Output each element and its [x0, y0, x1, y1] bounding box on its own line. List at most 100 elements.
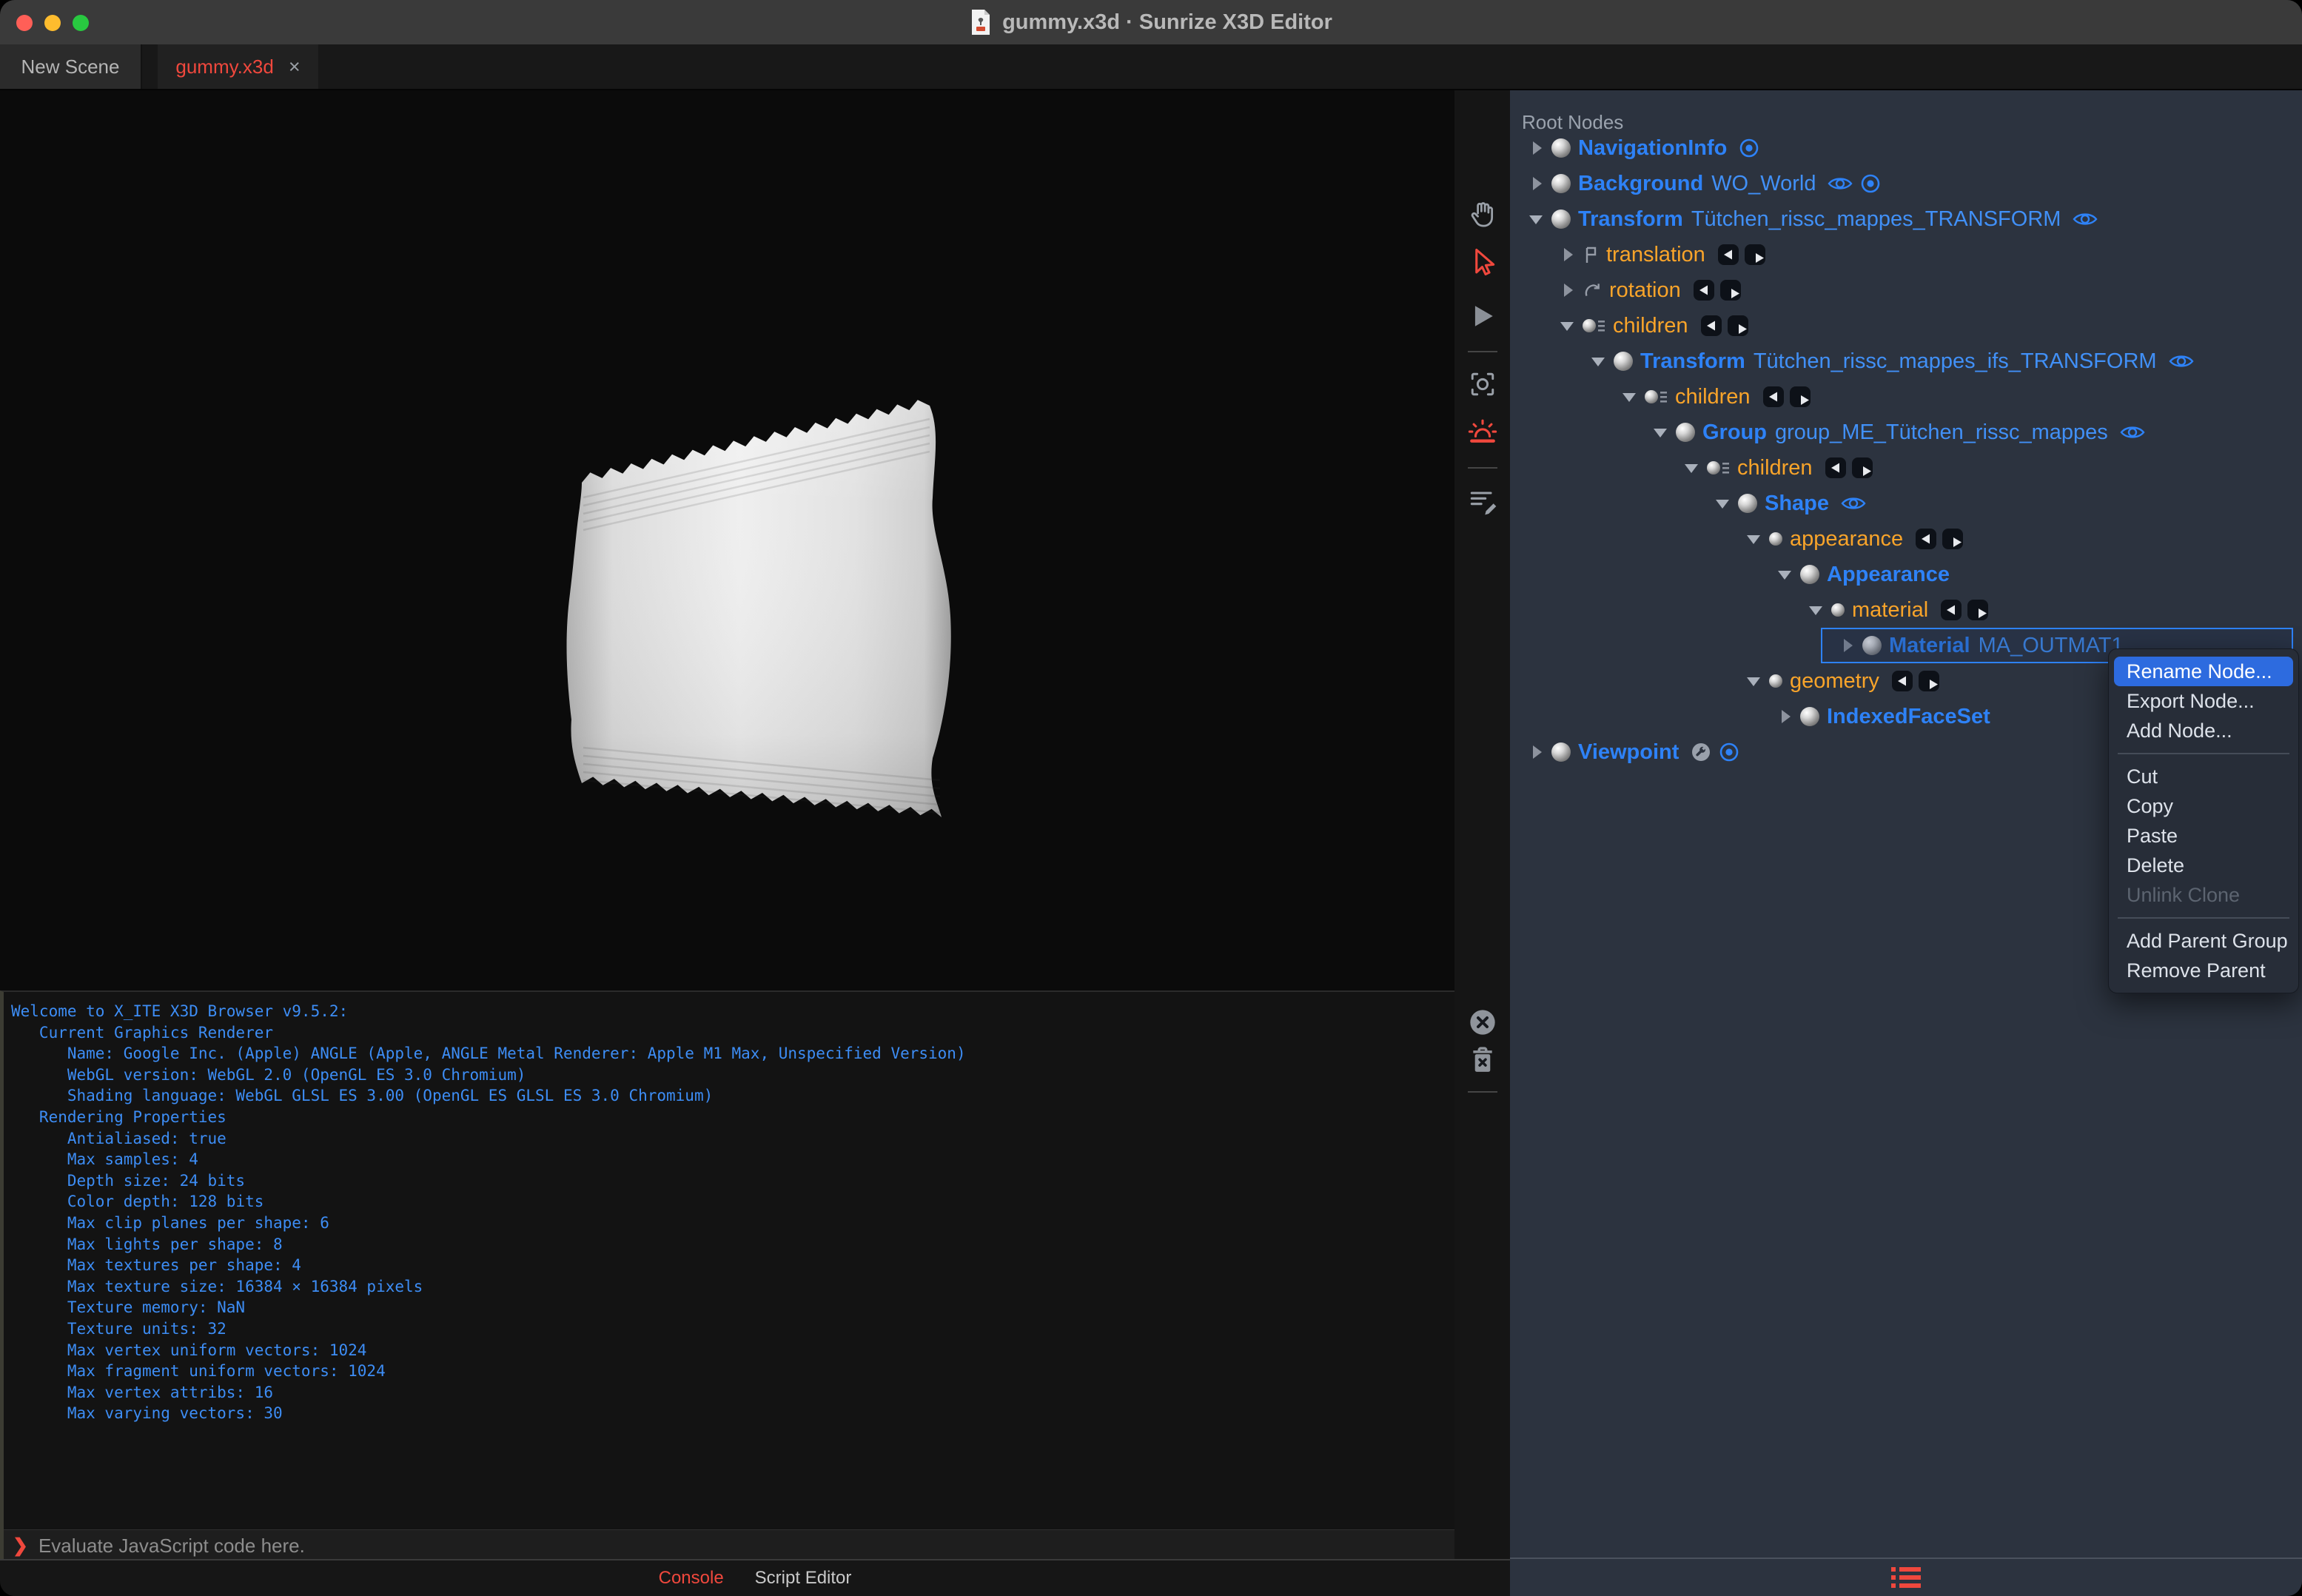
- node-name-label: Tütchen_rissc_mappes_TRANSFORM: [1691, 207, 2061, 231]
- chevron-right-icon[interactable]: [1526, 174, 1546, 193]
- tree-row-background[interactable]: Background WO_World: [1510, 166, 2302, 201]
- route-output-connector-icon[interactable]: [1744, 244, 1766, 266]
- pan-hand-icon[interactable]: [1466, 198, 1499, 230]
- eye-visibility-icon[interactable]: [2169, 353, 2194, 369]
- bound-indicator-icon[interactable]: [1719, 742, 1739, 762]
- tree-row-appearance[interactable]: appearance: [1510, 521, 2302, 557]
- node-type-label: Group: [1702, 420, 1767, 444]
- chevron-down-icon[interactable]: [1526, 209, 1546, 229]
- close-console-icon[interactable]: [1466, 1006, 1499, 1039]
- menu-item-paste[interactable]: Paste: [2109, 821, 2298, 851]
- node-ball-icon: [1551, 742, 1571, 762]
- route-output-connector-icon[interactable]: [1719, 279, 1742, 301]
- menu-item-export-node[interactable]: Export Node...: [2109, 686, 2298, 716]
- panel-tab-script-editor[interactable]: Script Editor: [755, 1568, 852, 1589]
- node-type-label: Transform: [1640, 349, 1745, 373]
- play-icon[interactable]: [1466, 300, 1499, 332]
- panel-tab-console[interactable]: Console: [659, 1568, 724, 1589]
- tool-strip: [1454, 90, 1510, 1559]
- eye-visibility-icon[interactable]: [1828, 175, 1853, 192]
- tree-row-children[interactable]: children: [1510, 308, 2302, 343]
- outline-editor-tab-bar: [1510, 1558, 2302, 1596]
- tree-row-rotation[interactable]: rotation: [1510, 272, 2302, 308]
- bound-indicator-icon[interactable]: [1739, 138, 1759, 158]
- tree-row-children[interactable]: children: [1510, 379, 2302, 415]
- route-input-connector-icon[interactable]: [1940, 599, 1962, 621]
- tree-row-transform[interactable]: Transform Tütchen_rissc_mappes_TRANSFORM: [1510, 201, 2302, 237]
- trash-icon[interactable]: [1466, 1044, 1499, 1076]
- node-type-label: Appearance: [1827, 562, 1950, 586]
- menu-item-add-node[interactable]: Add Node...: [2109, 716, 2298, 745]
- menu-item-rename-node[interactable]: Rename Node...: [2114, 657, 2293, 686]
- chevron-down-icon[interactable]: [1682, 458, 1701, 477]
- menu-item-add-parent-group[interactable]: Add Parent Group: [2109, 926, 2298, 956]
- tab-new-scene[interactable]: New Scene: [0, 44, 142, 89]
- viewport-3d[interactable]: [0, 90, 1454, 990]
- chevron-down-icon[interactable]: [1620, 387, 1639, 406]
- viewfinder-icon[interactable]: [1466, 368, 1499, 400]
- prompt-icon: ❯: [13, 1535, 28, 1556]
- node-name-label: Tütchen_rissc_mappes_ifs_TRANSFORM: [1753, 349, 2157, 373]
- console-line: Max varying vectors: 30: [11, 1404, 283, 1423]
- select-cursor-icon[interactable]: [1466, 246, 1499, 278]
- menu-item-copy[interactable]: Copy: [2109, 791, 2298, 821]
- route-output-connector-icon[interactable]: [1967, 599, 1989, 621]
- tree-row-appearance[interactable]: Appearance: [1510, 557, 2302, 592]
- tree-row-children[interactable]: children: [1510, 450, 2302, 486]
- node-type-label: Transform: [1578, 207, 1683, 231]
- chevron-down-icon[interactable]: [1651, 423, 1670, 442]
- console-input[interactable]: ❯ Evaluate JavaScript code here.: [4, 1529, 1454, 1561]
- console-line: Max samples: 4: [11, 1150, 198, 1169]
- chevron-right-icon[interactable]: [1557, 281, 1577, 300]
- route-input-connector-icon[interactable]: [1700, 315, 1722, 337]
- route-output-connector-icon[interactable]: [1918, 670, 1940, 692]
- chevron-right-icon[interactable]: [1775, 707, 1794, 726]
- route-output-connector-icon[interactable]: [1942, 528, 1964, 550]
- route-input-connector-icon[interactable]: [1825, 457, 1847, 479]
- eye-visibility-icon[interactable]: [2120, 424, 2145, 440]
- menu-item-remove-parent[interactable]: Remove Parent: [2109, 956, 2298, 985]
- window-title: gummy.x3d · Sunrize X3D Editor: [1002, 10, 1332, 34]
- chevron-right-icon[interactable]: [1557, 245, 1577, 264]
- menu-item-delete[interactable]: Delete: [2109, 851, 2298, 880]
- chevron-down-icon[interactable]: [1557, 316, 1577, 335]
- field-name-label: children: [1675, 384, 1751, 409]
- outline-editor-list-icon[interactable]: [1891, 1566, 1921, 1589]
- tree-row-transform[interactable]: Transform Tütchen_rissc_mappes_ifs_TRANSF…: [1510, 343, 2302, 379]
- console-line: Color depth: 128 bits: [11, 1193, 264, 1211]
- chevron-down-icon[interactable]: [1588, 352, 1608, 371]
- tree-row-shape[interactable]: Shape: [1510, 486, 2302, 521]
- route-output-connector-icon[interactable]: [1851, 457, 1873, 479]
- context-menu: Rename Node... Export Node... Add Node... C…: [2108, 648, 2299, 993]
- chevron-down-icon[interactable]: [1744, 671, 1763, 691]
- tab-close-button[interactable]: ×: [289, 56, 301, 78]
- menu-item-cut[interactable]: Cut: [2109, 762, 2298, 791]
- route-input-connector-icon[interactable]: [1693, 279, 1715, 301]
- chevron-down-icon[interactable]: [1775, 565, 1794, 584]
- wrench-icon[interactable]: [1691, 742, 1711, 762]
- script-editor-icon[interactable]: [1466, 485, 1499, 517]
- chevron-down-icon[interactable]: [1713, 494, 1732, 513]
- tree-row-material[interactable]: material: [1510, 592, 2302, 628]
- route-input-connector-icon[interactable]: [1762, 386, 1785, 408]
- route-output-connector-icon[interactable]: [1789, 386, 1811, 408]
- tree-row-navigationinfo[interactable]: NavigationInfo: [1510, 130, 2302, 166]
- chevron-right-icon[interactable]: [1526, 742, 1546, 762]
- document-icon: [970, 8, 992, 36]
- route-input-connector-icon[interactable]: [1891, 670, 1913, 692]
- chevron-down-icon[interactable]: [1806, 600, 1825, 620]
- light-sun-icon[interactable]: [1466, 416, 1499, 449]
- bound-indicator-icon[interactable]: [1860, 173, 1881, 194]
- route-input-connector-icon[interactable]: [1915, 528, 1937, 550]
- menu-separator: [2118, 753, 2289, 754]
- eye-visibility-icon[interactable]: [2073, 211, 2098, 227]
- chevron-down-icon[interactable]: [1744, 529, 1763, 549]
- tab-gummy-x3d[interactable]: gummy.x3d ×: [158, 44, 318, 89]
- route-output-connector-icon[interactable]: [1727, 315, 1749, 337]
- tree-row-translation[interactable]: translation: [1510, 237, 2302, 272]
- node-ball-icon: [1800, 707, 1819, 726]
- chevron-right-icon[interactable]: [1526, 138, 1546, 158]
- eye-visibility-icon[interactable]: [1841, 495, 1866, 512]
- tree-row-group[interactable]: Group group_ME_Tütchen_rissc_mappes: [1510, 415, 2302, 450]
- route-input-connector-icon[interactable]: [1717, 244, 1739, 266]
